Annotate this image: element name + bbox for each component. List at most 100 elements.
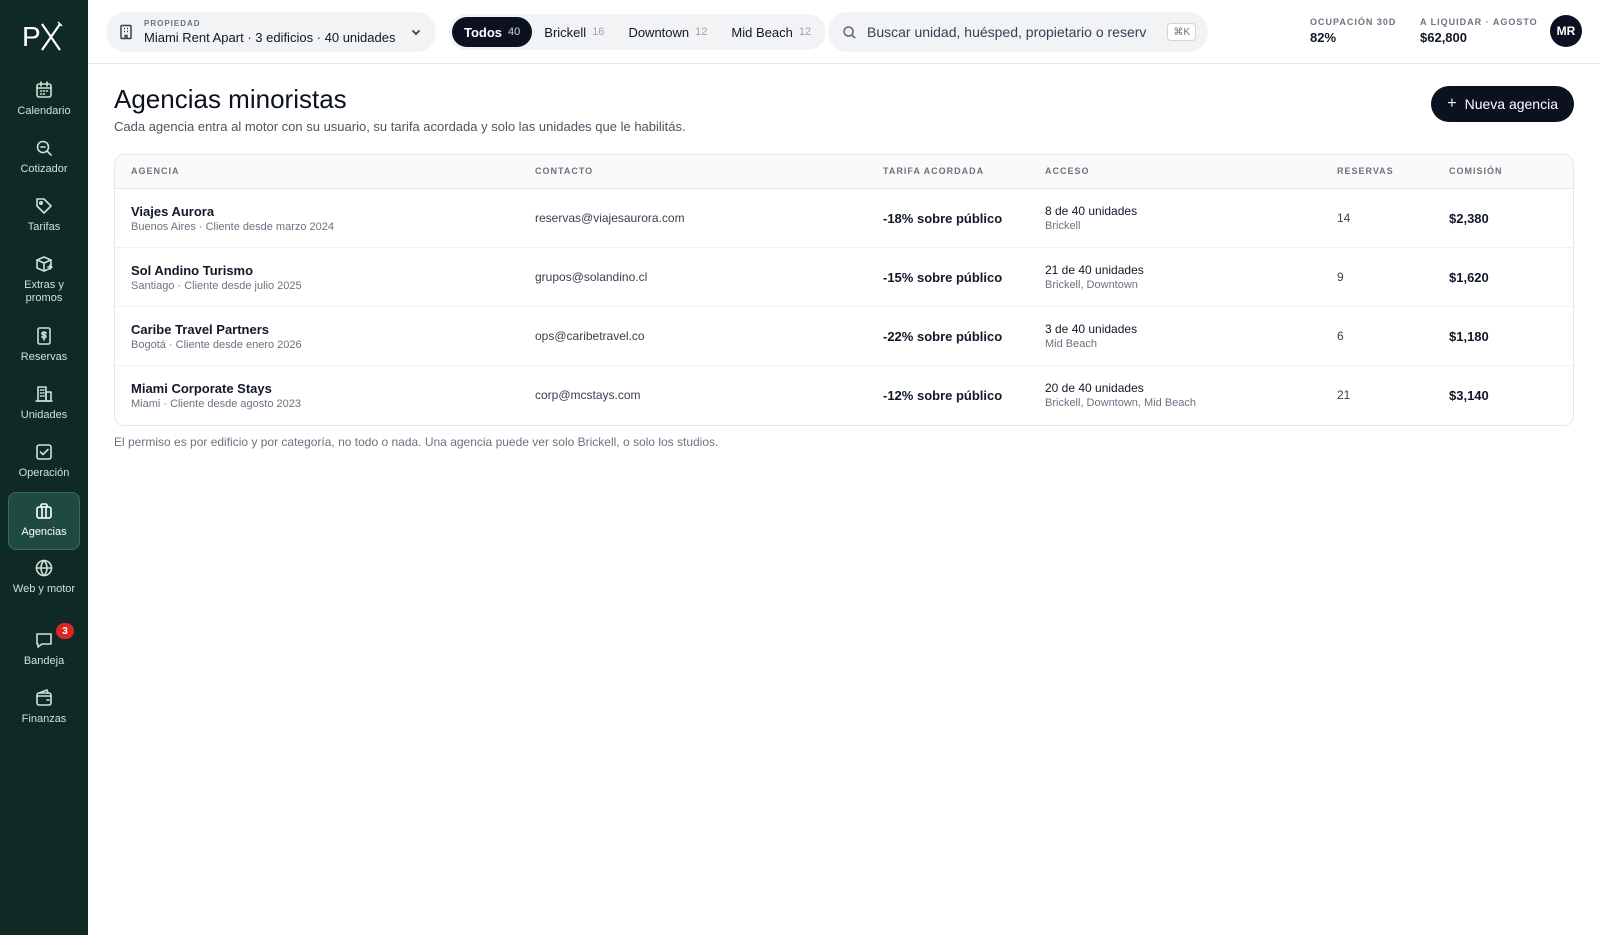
agency-name: Viajes Aurora xyxy=(131,204,215,219)
bookings-count: 9 xyxy=(1337,270,1344,284)
box-plus-icon xyxy=(36,256,53,272)
agreed-rate: -22% sobre público xyxy=(883,329,1003,344)
access-cell: 8 de 40 unidades Brickell xyxy=(1045,204,1137,232)
occupancy-stat: OCUPACIÓN 30D 82% xyxy=(1310,17,1396,45)
sidebar-item-label: Tarifas xyxy=(27,221,61,233)
filter-label: Brickell xyxy=(544,24,587,40)
contact-email: grupos@solandino.cl xyxy=(535,270,648,284)
agreed-rate: -15% sobre público xyxy=(883,270,1003,285)
page-title: Agencias minoristas xyxy=(114,84,347,114)
access-cell: 3 de 40 unidades Mid Beach xyxy=(1045,322,1137,350)
tag-icon xyxy=(36,198,52,214)
sidebar-item-bandeja[interactable]: 3 Bandeja xyxy=(8,622,80,680)
receipt-icon xyxy=(37,327,51,345)
sidebar-item-tarifas[interactable]: Tarifas xyxy=(8,188,80,246)
filter-label: Downtown xyxy=(628,24,690,40)
app-logo[interactable]: P xyxy=(22,18,66,54)
sidebar-item-reservas[interactable]: Reservas xyxy=(8,318,80,376)
sidebar-item-label: Cotizador xyxy=(20,163,68,175)
property-selector[interactable]: PROPIEDAD Miami Rent Apart · 3 edificios… xyxy=(106,12,436,52)
header-access: ACCESO xyxy=(1045,166,1090,176)
table-row[interactable]: Viajes Aurora Buenos Aires · Cliente des… xyxy=(115,189,1573,248)
agency-cell: Sol Andino Turismo Santiago · Cliente de… xyxy=(131,263,302,292)
agency-name: Miami Corporate Stays xyxy=(131,381,272,396)
bookings-count: 6 xyxy=(1337,329,1344,343)
commission-amount: $1,180 xyxy=(1449,329,1489,344)
filter-mid-beach[interactable]: Mid Beach 12 xyxy=(719,17,823,47)
svg-text:P: P xyxy=(22,21,41,52)
new-agency-label: Nueva agencia xyxy=(1464,96,1558,112)
sidebar-item-finanzas[interactable]: Finanzas xyxy=(8,680,80,738)
sidebar-item-label: Operación xyxy=(18,467,70,479)
table-row[interactable]: Caribe Travel Partners Bogotá · Cliente … xyxy=(115,307,1573,366)
access-buildings: Mid Beach xyxy=(1045,338,1097,350)
agency-cell: Viajes Aurora Buenos Aires · Cliente des… xyxy=(131,204,334,233)
filter-count: 12 xyxy=(798,26,812,38)
stat-label: A LIQUIDAR · AGOSTO xyxy=(1420,17,1538,27)
access-buildings: Brickell, Downtown, Mid Beach xyxy=(1045,397,1197,409)
agency-name: Caribe Travel Partners xyxy=(131,322,270,337)
checklist-icon xyxy=(36,444,52,460)
filter-brickell[interactable]: Brickell 16 xyxy=(532,17,616,47)
sidebar-item-calendario[interactable]: Calendario xyxy=(8,72,80,130)
to-settle-stat: A LIQUIDAR · AGOSTO $62,800 xyxy=(1420,17,1538,45)
filter-label: Todos xyxy=(464,24,503,40)
agency-meta: Santiago · Cliente desde julio 2025 xyxy=(131,280,302,292)
plus-icon: + xyxy=(1447,95,1457,112)
filter-count: 12 xyxy=(695,26,708,38)
table-row[interactable]: Sol Andino Turismo Santiago · Cliente de… xyxy=(115,248,1573,307)
sidebar-item-operacion[interactable]: Operación xyxy=(8,434,80,492)
topbar: PROPIEDAD Miami Rent Apart · 3 edificios… xyxy=(88,0,1600,64)
agency-meta: Buenos Aires · Cliente desde marzo 2024 xyxy=(131,221,335,233)
agreed-rate: -12% sobre público xyxy=(883,388,1003,403)
unread-badge: 3 xyxy=(56,623,74,639)
sidebar-item-label: Agencias xyxy=(21,526,67,538)
commission-amount: $1,620 xyxy=(1449,270,1489,285)
new-agency-button[interactable]: + Nueva agencia xyxy=(1431,86,1574,122)
header-agency: AGENCIA xyxy=(131,166,180,176)
sidebar-item-web-y-motor[interactable]: Web y motor xyxy=(8,550,80,622)
filter-todos[interactable]: Todos 40 xyxy=(452,17,533,47)
header-bookings: RESERVAS xyxy=(1337,166,1394,176)
sidebar-item-unidades[interactable]: Unidades xyxy=(8,376,80,434)
commission-amount: $2,380 xyxy=(1449,211,1489,226)
sidebar-item-label: Bandeja xyxy=(23,655,65,667)
agency-meta: Bogotá · Cliente desde enero 2026 xyxy=(131,339,302,351)
access-units: 8 de 40 unidades xyxy=(1045,204,1138,218)
sidebar-item-label: Extras y promos xyxy=(24,279,64,304)
briefcase-icon xyxy=(36,503,52,519)
agency-cell: Caribe Travel Partners Bogotá · Cliente … xyxy=(131,322,302,351)
header-rate: TARIFA ACORDADA xyxy=(883,166,985,176)
sidebar-item-agencias[interactable]: Agencias xyxy=(8,492,80,550)
permissions-footnote: El permiso es por edificio y por categor… xyxy=(114,435,719,449)
avatar[interactable]: MR xyxy=(1550,15,1582,47)
property-value: Miami Rent Apart · 3 edificios · 40 unid… xyxy=(144,30,396,45)
bookings-count: 14 xyxy=(1337,211,1351,225)
agency-meta: Miami · Cliente desde agosto 2023 xyxy=(131,398,301,410)
chat-icon xyxy=(36,633,52,648)
sidebar-item-label: Finanzas xyxy=(21,713,67,725)
table-header: AGENCIA CONTACTO TARIFA ACORDADA ACCESO … xyxy=(115,155,1573,189)
page-subtitle: Cada agencia entra al motor con su usuar… xyxy=(114,119,686,134)
stat-label: OCUPACIÓN 30D xyxy=(1310,17,1397,27)
header-contact: CONTACTO xyxy=(535,166,594,176)
sidebar-item-label: Calendario xyxy=(17,105,71,117)
filter-downtown[interactable]: Downtown 12 xyxy=(616,17,719,47)
table-row[interactable]: Miami Corporate Stays Miami · Cliente de… xyxy=(115,366,1573,425)
sidebar-item-label: Web y motor xyxy=(12,583,76,595)
commission-amount: $3,140 xyxy=(1449,388,1489,403)
chevron-down-icon xyxy=(411,29,421,36)
search-input[interactable] xyxy=(867,24,1157,40)
calendar-icon xyxy=(36,81,52,98)
access-units: 3 de 40 unidades xyxy=(1045,322,1138,336)
stat-value: $62,800 xyxy=(1420,30,1467,45)
search-shortcut: ⌘K xyxy=(1167,23,1196,41)
search-quote-icon xyxy=(36,140,52,156)
sidebar-item-extras-y-promos[interactable]: Extras y promos xyxy=(8,246,80,318)
search-icon xyxy=(843,25,856,39)
agency-cell: Miami Corporate Stays Miami · Cliente de… xyxy=(131,381,301,410)
property-label: PROPIEDAD xyxy=(144,19,201,28)
sidebar-nav: Calendario Cotizador Tarifas Extras y pr… xyxy=(8,72,80,738)
sidebar-item-cotizador[interactable]: Cotizador xyxy=(8,130,80,188)
building-filter: Todos 40 Brickell 16 Downtown 12 Mid Bea… xyxy=(449,14,827,50)
